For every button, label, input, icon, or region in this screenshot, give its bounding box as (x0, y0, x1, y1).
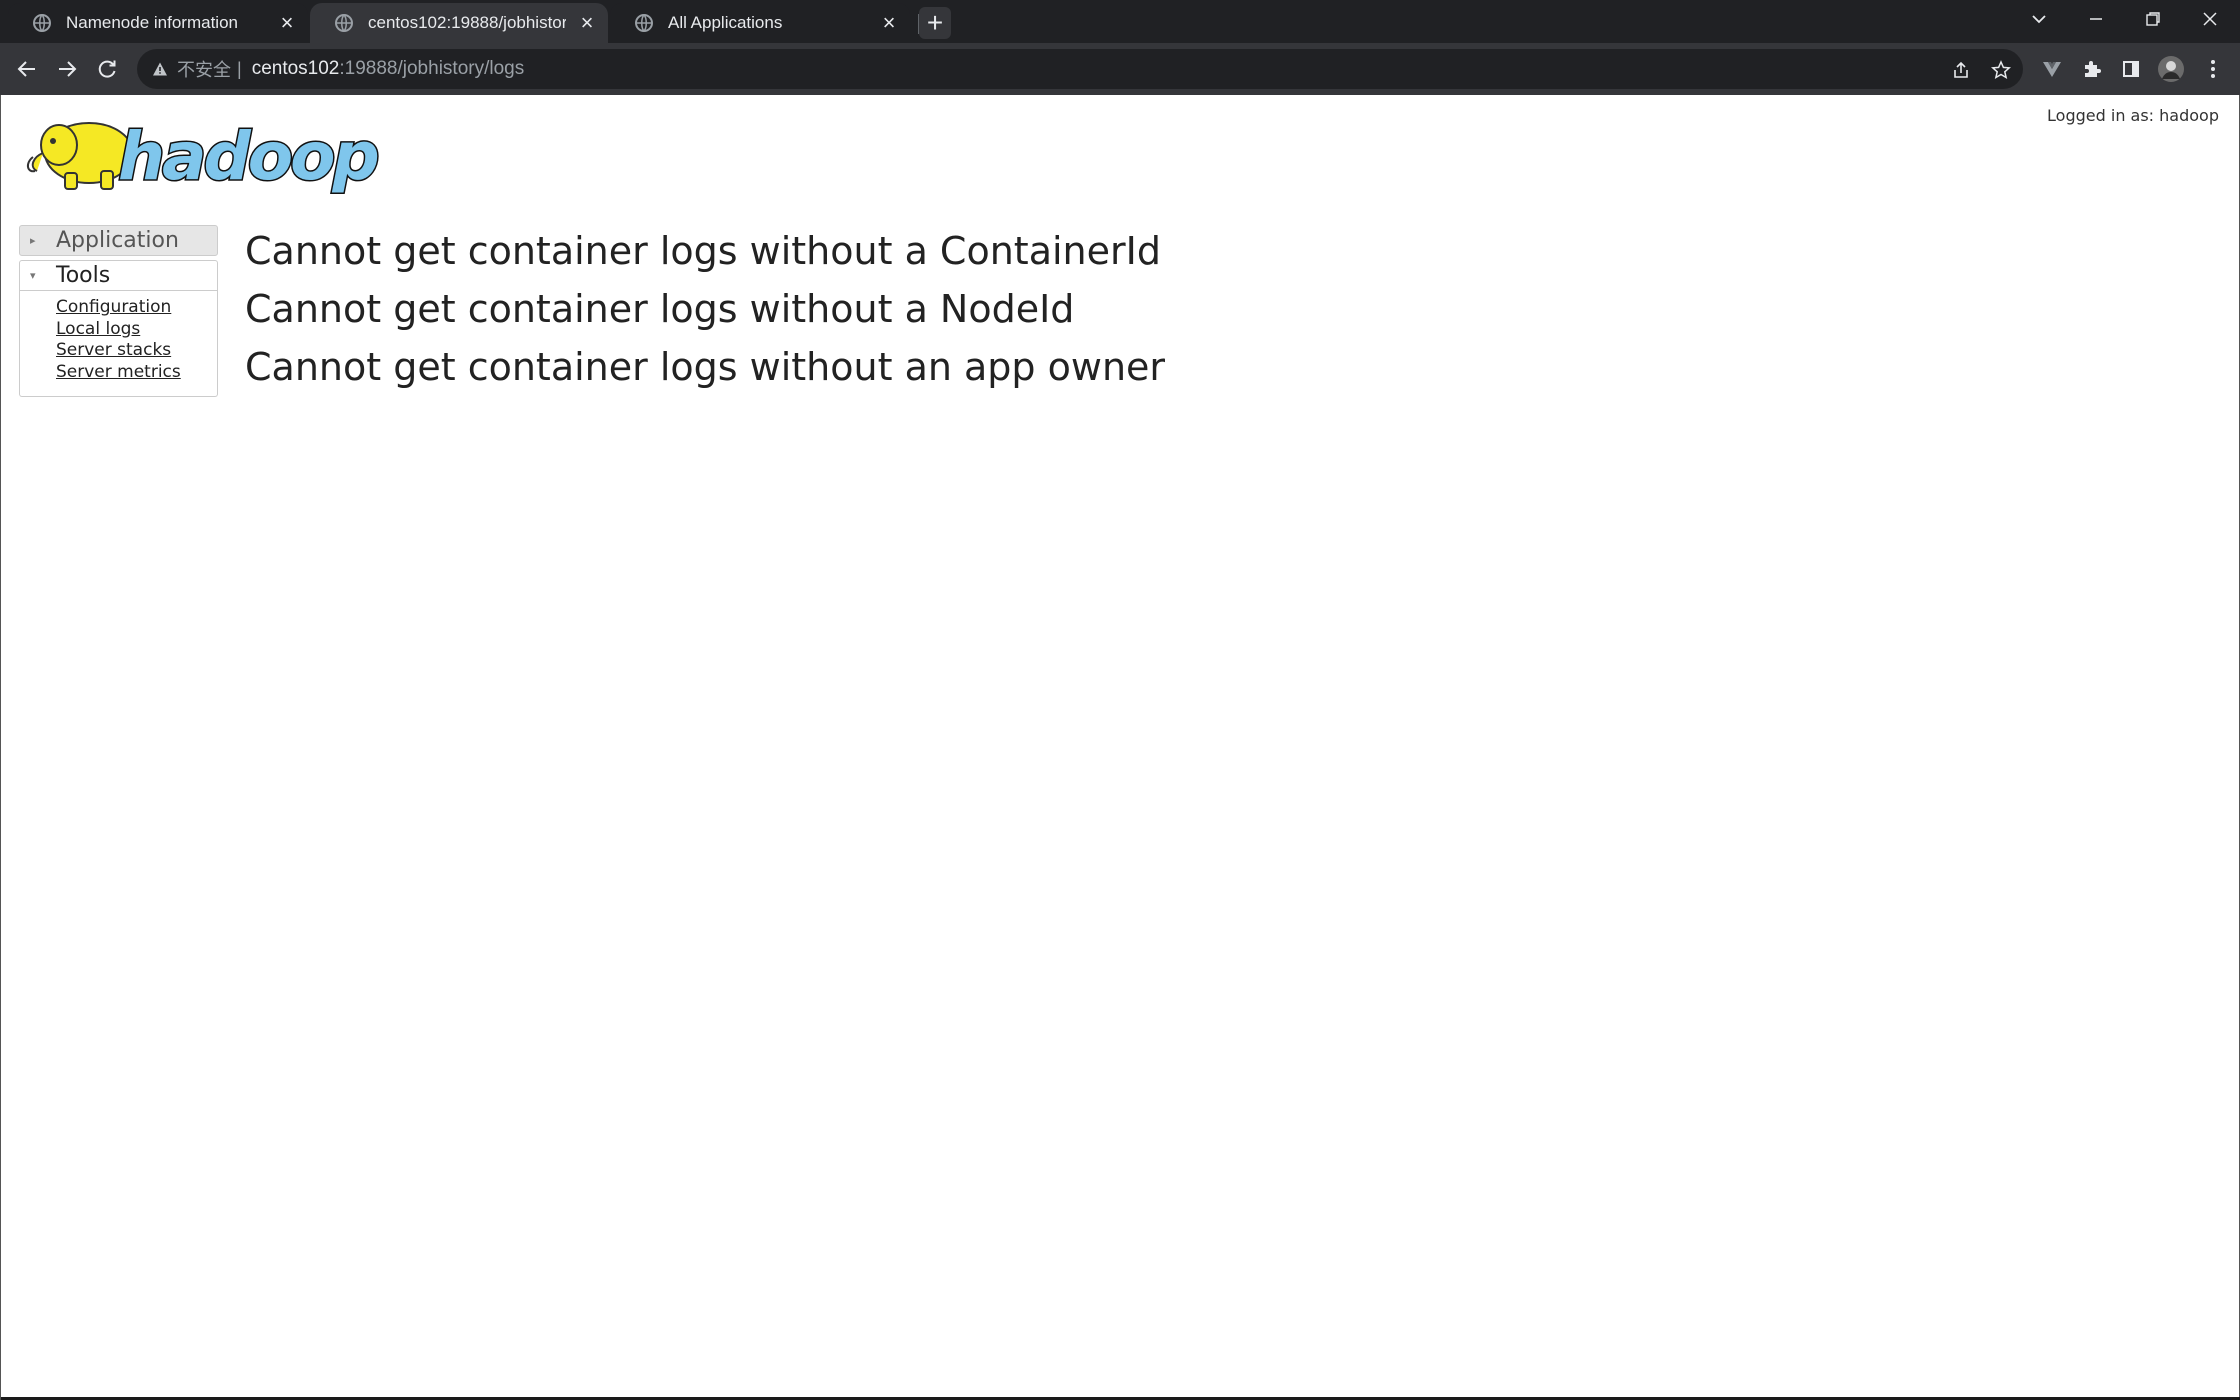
logged-in-label: Logged in as: hadoop (2047, 106, 2219, 125)
url-host: centos102 (251, 58, 340, 79)
tab-title: centos102:19888/jobhistory/lc (368, 13, 566, 32)
tab-strip: Namenode information × centos102:19888/j… (0, 0, 2240, 43)
close-tab-icon[interactable]: × (876, 10, 902, 36)
more-menu-icon[interactable] (2199, 55, 2227, 83)
vue-extension-icon[interactable] (2038, 55, 2066, 83)
arrow-right-icon (59, 61, 77, 77)
star-icon[interactable] (1990, 59, 2012, 81)
puzzle-icon[interactable] (2078, 55, 2106, 83)
nav-link-server-metrics[interactable]: Server metrics (56, 362, 217, 384)
nav-section-tools[interactable]: ▾ Tools (19, 260, 218, 291)
globe-icon (635, 14, 653, 32)
error-message: Cannot get container logs without a Node… (245, 287, 1075, 331)
restore-icon (2146, 12, 2160, 26)
close-tab-icon[interactable]: × (574, 10, 600, 36)
nav-section-application[interactable]: ▸ Application (19, 225, 218, 256)
hadoop-logo[interactable]: hadoop (23, 105, 403, 195)
nav-link-configuration[interactable]: Configuration (56, 297, 217, 319)
forward-button[interactable] (49, 51, 85, 87)
error-message: Cannot get container logs without a Cont… (245, 229, 1161, 273)
address-divider: | (237, 58, 242, 79)
close-icon (2203, 12, 2217, 26)
tab-search-button[interactable] (2011, 0, 2067, 38)
tab-namenode-information[interactable]: Namenode information × (8, 3, 308, 43)
tab-all-applications[interactable]: All Applications × (610, 3, 910, 43)
nav-section-label: Tools (56, 263, 111, 288)
tools-links: Configuration Local logs Server stacks S… (19, 291, 218, 397)
nav-link-server-stacks[interactable]: Server stacks (56, 340, 217, 362)
new-tab-button[interactable]: + (919, 7, 951, 39)
error-messages: Cannot get container logs without a Cont… (245, 222, 1165, 396)
minimize-icon (2090, 18, 2102, 20)
back-button[interactable] (9, 51, 45, 87)
profile-avatar-icon[interactable] (2157, 55, 2185, 83)
url-path: :19888/jobhistory/logs (339, 58, 525, 79)
nav-link-local-logs[interactable]: Local logs (56, 319, 217, 341)
reload-button[interactable] (89, 51, 125, 87)
globe-icon (33, 14, 51, 32)
address-bar[interactable]: 不安全 | centos102:19888/jobhistory/logs (137, 49, 2023, 89)
close-window-button[interactable] (2182, 0, 2238, 38)
arrow-left-icon (17, 61, 35, 77)
browser-toolbar: 不安全 | centos102:19888/jobhistory/logs (0, 43, 2240, 95)
restore-button[interactable] (2125, 0, 2181, 38)
chevron-down-icon (2032, 15, 2046, 24)
security-label[interactable]: 不安全 (177, 56, 231, 82)
tab-title: Namenode information (66, 13, 238, 32)
caret-down-icon: ▾ (30, 269, 36, 282)
reload-icon (98, 60, 116, 78)
share-icon[interactable] (1950, 59, 1972, 81)
nav-section-label: Application (56, 228, 179, 253)
globe-icon (335, 14, 353, 32)
error-message: Cannot get container logs without an app… (245, 345, 1166, 389)
warning-icon[interactable] (151, 60, 169, 78)
minimize-button[interactable] (2068, 0, 2124, 38)
tab-title: All Applications (668, 13, 783, 32)
side-navigation: ▸ Application ▾ Tools Configuration Loca… (19, 225, 218, 397)
close-tab-icon[interactable]: × (274, 10, 300, 36)
page-content: hadoop Logged in as: hadoop ▸ Applicatio… (0, 95, 2240, 1400)
side-panel-icon[interactable] (2117, 55, 2145, 83)
tab-separator (918, 14, 919, 34)
logo-wordmark: hadoop (118, 118, 377, 195)
tab-jobhistory-logs[interactable]: centos102:19888/jobhistory/lc × (310, 3, 608, 43)
caret-right-icon: ▸ (30, 234, 36, 247)
